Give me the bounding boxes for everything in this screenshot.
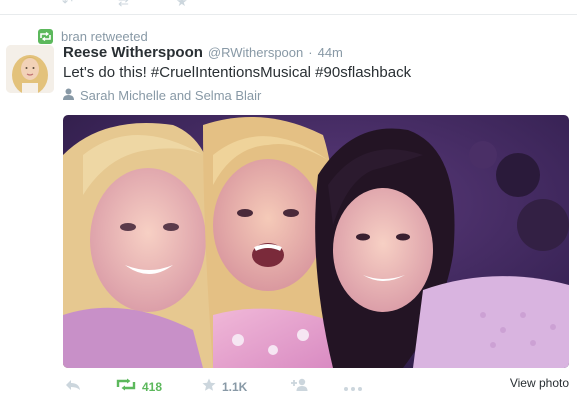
author-fullname[interactable]: Reese Witherspoon (63, 44, 203, 61)
hashtag-link[interactable]: #CruelIntentionsMusical (151, 64, 311, 81)
retweet-icon (38, 28, 53, 44)
reply-icon (65, 378, 81, 396)
retweet-button[interactable]: 418 (116, 378, 162, 396)
tweet-text: Let's do this! #CruelIntentionsMusical #… (63, 64, 411, 81)
retweet-context: bran retweeted (38, 27, 148, 45)
more-icon (344, 378, 362, 396)
retweet-icon (116, 378, 136, 396)
person-icon (63, 88, 74, 103)
reply-icon: ↶ (62, 0, 73, 9)
tagged-people[interactable]: Sarah Michelle and Selma Blair (63, 88, 261, 103)
previous-tweet-strip: ↶ ⇄ ★ (0, 0, 577, 15)
tagged-people-label: Sarah Michelle and Selma Blair (80, 88, 262, 103)
retweet-count: 418 (142, 380, 163, 394)
retweet-icon: ⇄ (118, 0, 129, 9)
tweet-timestamp[interactable]: 44m (318, 45, 343, 60)
separator: · (308, 45, 313, 60)
tweet-text-body: Let's do this! (63, 64, 151, 81)
tweet-photo[interactable] (63, 115, 569, 368)
star-icon (202, 378, 216, 397)
favorite-button[interactable]: 1.1K (202, 378, 247, 397)
tweet-actions: 418 1.1K (63, 376, 569, 398)
author-username[interactable]: @RWitherspoon (208, 45, 303, 60)
tweet-header: Reese Witherspoon @RWitherspoon · 44m (63, 44, 343, 64)
avatar[interactable] (6, 45, 54, 93)
follow-button[interactable] (290, 378, 308, 396)
view-photo-link[interactable]: View photo (510, 376, 569, 390)
more-button[interactable] (344, 378, 362, 396)
favorite-count: 1.1K (222, 380, 248, 394)
add-user-icon (290, 378, 308, 396)
hashtag-link[interactable]: #90sflashback (315, 64, 411, 81)
reply-button[interactable] (65, 378, 81, 396)
star-icon: ★ (176, 0, 188, 9)
retweet-context-label[interactable]: bran retweeted (61, 29, 148, 44)
